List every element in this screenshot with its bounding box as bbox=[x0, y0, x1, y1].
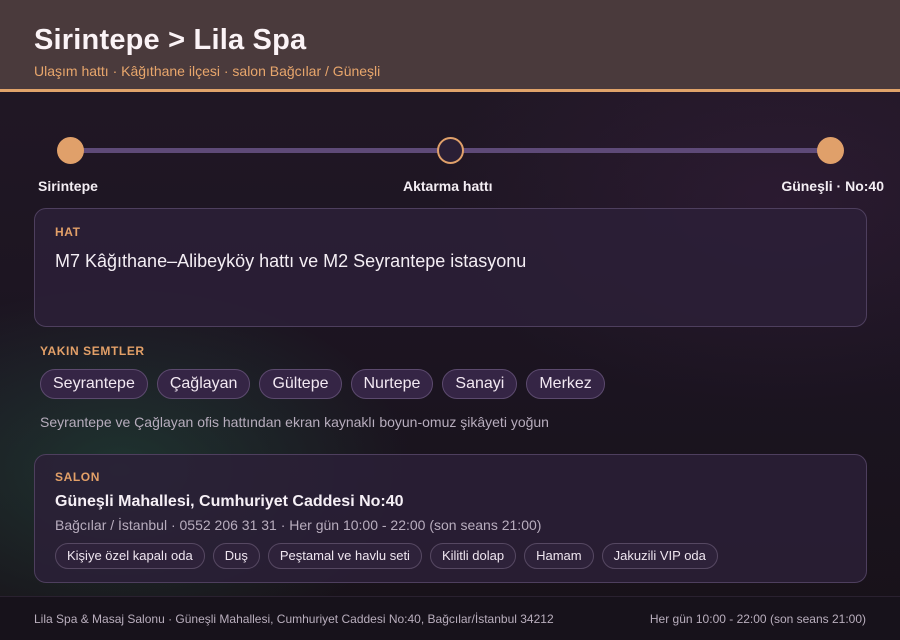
route-stop-end-dot bbox=[817, 137, 844, 164]
route-stop-start-dot bbox=[57, 137, 84, 164]
nearby-note: Seyrantepe ve Çağlayan ofis hattından ek… bbox=[40, 414, 549, 430]
route-stop-transfer-dot bbox=[437, 137, 464, 164]
nearby-chip-list: Seyrantepe Çağlayan Gültepe Nurtepe Sana… bbox=[40, 369, 605, 399]
route-stop-start-label: Sirintepe bbox=[38, 178, 98, 194]
salon-feature-tag: Duş bbox=[212, 543, 260, 569]
salon-address: Güneşli Mahallesi, Cumhuriyet Caddesi No… bbox=[55, 493, 404, 510]
route-stop-transfer-label: Aktarma hattı bbox=[403, 178, 493, 194]
salon-card-label: SALON bbox=[55, 470, 100, 484]
hat-card-label: HAT bbox=[55, 225, 81, 239]
footer-address: Lila Spa & Masaj Salonu · Güneşli Mahall… bbox=[34, 611, 554, 626]
salon-feature-list: Kişiye özel kapalı oda Duş Peştamal ve h… bbox=[55, 543, 846, 569]
nearby-chip[interactable]: Merkez bbox=[526, 369, 605, 399]
nearby-section-label: YAKIN SEMTLER bbox=[40, 344, 145, 358]
nearby-chip[interactable]: Gültepe bbox=[259, 369, 342, 399]
salon-feature-tag: Jakuzili VIP oda bbox=[601, 543, 718, 569]
salon-feature-tag: Hamam bbox=[524, 543, 594, 569]
route-progress: Sirintepe Aktarma hattı Güneşli · No:40 bbox=[0, 136, 900, 196]
salon-feature-tag: Kilitli dolap bbox=[429, 543, 517, 569]
page-header: Sirintepe > Lila Spa Ulaşım hattı · Kâğı… bbox=[0, 0, 900, 92]
nearby-chip[interactable]: Seyrantepe bbox=[40, 369, 148, 399]
salon-feature-tag: Kişiye özel kapalı oda bbox=[55, 543, 205, 569]
hat-card: HAT M7 Kâğıthane–Alibeyköy hattı ve M2 S… bbox=[34, 208, 867, 327]
salon-feature-tag: Peştamal ve havlu seti bbox=[267, 543, 422, 569]
route-stop-end-label: Güneşli · No:40 bbox=[781, 178, 884, 194]
footer-hours: Her gün 10:00 - 22:00 (son seans 21:00) bbox=[649, 611, 866, 626]
page-title: Sirintepe > Lila Spa bbox=[34, 24, 307, 56]
page-footer: Lila Spa & Masaj Salonu · Güneşli Mahall… bbox=[0, 596, 900, 640]
nearby-chip[interactable]: Çağlayan bbox=[156, 369, 251, 399]
nearby-chip[interactable]: Sanayi bbox=[442, 369, 518, 399]
salon-card: SALON Güneşli Mahallesi, Cumhuriyet Cadd… bbox=[34, 454, 867, 583]
nearby-chip[interactable]: Nurtepe bbox=[350, 369, 434, 399]
page-subtitle: Ulaşım hattı · Kâğıthane ilçesi · salon … bbox=[34, 63, 381, 79]
salon-meta: Bağcılar / İstanbul · 0552 206 31 31 · H… bbox=[55, 517, 542, 533]
hat-description: M7 Kâğıthane–Alibeyköy hattı ve M2 Seyra… bbox=[55, 251, 527, 271]
